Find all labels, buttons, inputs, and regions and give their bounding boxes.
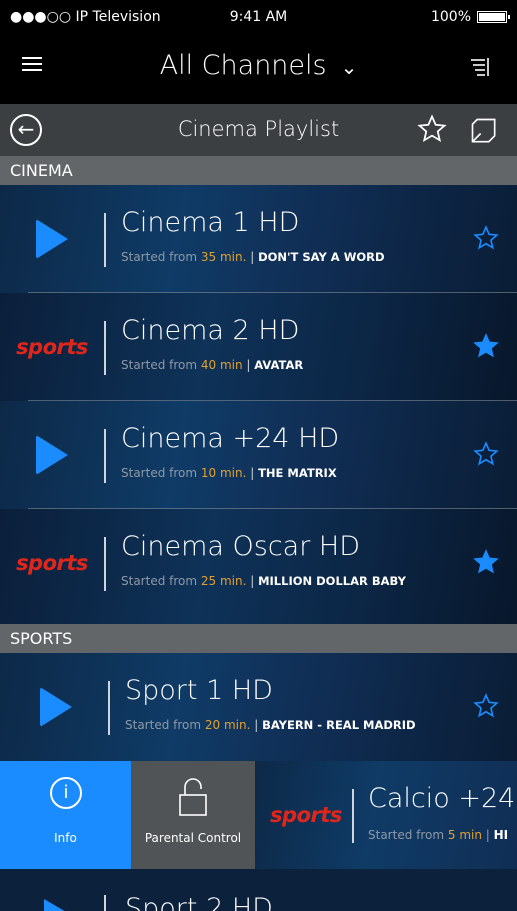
channel-row[interactable]: sports Cinema 2 HD Started from 40 min |… bbox=[0, 293, 517, 401]
channel-row[interactable]: Sport 1 HD Started from 20 min. | BAYERN… bbox=[0, 653, 517, 761]
parental-control-button[interactable]: Parental Control bbox=[131, 761, 255, 869]
cast-screen-icon[interactable] bbox=[469, 116, 497, 144]
star-filled-icon[interactable] bbox=[473, 549, 499, 575]
divider bbox=[104, 537, 106, 591]
chevron-down-icon: ⌄ bbox=[340, 55, 358, 79]
play-icon[interactable] bbox=[36, 219, 68, 259]
divider bbox=[352, 789, 354, 843]
play-icon[interactable] bbox=[44, 899, 68, 911]
divider bbox=[104, 213, 106, 267]
channel-meta: Started from 25 min. | MILLION DOLLAR BA… bbox=[121, 574, 407, 588]
playlist-header: ← Cinema Playlist bbox=[0, 104, 517, 156]
star-outline-icon[interactable] bbox=[473, 441, 499, 467]
channel-name: Calcio +24 bbox=[368, 783, 516, 814]
channel-row[interactable]: Cinema 1 HD Started from 35 min. | DON'T… bbox=[0, 185, 517, 293]
sports-logo: sports bbox=[16, 551, 88, 575]
channel-row[interactable]: Sport 2 HD bbox=[0, 869, 517, 911]
channel-meta: Started from 35 min. | DON'T SAY A WORD bbox=[121, 250, 385, 264]
parental-control-label: Parental Control bbox=[144, 831, 242, 845]
info-button[interactable]: i Info bbox=[0, 761, 131, 869]
star-filled-icon[interactable] bbox=[473, 333, 499, 359]
play-icon[interactable] bbox=[40, 687, 72, 727]
divider bbox=[108, 681, 110, 735]
swiped-channel-row: i Info Parental Control sports Calcio +2… bbox=[0, 761, 517, 869]
info-label: Info bbox=[54, 831, 77, 845]
star-outline-icon[interactable] bbox=[473, 693, 499, 719]
channel-name: Cinema 1 HD bbox=[121, 207, 300, 238]
unlocked-padlock-icon bbox=[179, 778, 207, 816]
battery-icon bbox=[477, 11, 510, 23]
channel-name: Cinema Oscar HD bbox=[121, 531, 360, 562]
divider bbox=[104, 429, 106, 483]
filter-list-icon[interactable] bbox=[469, 56, 491, 78]
info-icon: i bbox=[50, 777, 82, 809]
section-header-cinema: CINEMA bbox=[0, 156, 517, 185]
channel-row[interactable]: sports Cinema Oscar HD Started from 25 m… bbox=[0, 509, 517, 624]
channel-name: Cinema +24 HD bbox=[121, 423, 340, 454]
status-bar: ●●●○○ IP Television 9:41 AM 100% bbox=[0, 0, 517, 34]
channel-name: Sport 2 HD bbox=[125, 893, 273, 911]
channel-name: Cinema 2 HD bbox=[121, 315, 300, 346]
channel-meta: Started from 40 min | AVATAR bbox=[121, 358, 304, 372]
channel-meta: Started from 10 min. | THE MATRIX bbox=[121, 466, 337, 480]
divider bbox=[104, 321, 106, 375]
sports-logo: sports bbox=[16, 335, 88, 359]
channel-group-selector[interactable]: All Channels ⌄ bbox=[0, 50, 517, 81]
battery-percent: 100% bbox=[430, 9, 471, 25]
nav-bar: All Channels ⌄ bbox=[0, 34, 517, 104]
nav-title: All Channels bbox=[159, 50, 327, 81]
star-outline-icon[interactable] bbox=[473, 225, 499, 251]
battery-status: 100% bbox=[430, 9, 510, 25]
channel-row[interactable]: sports Calcio +24 Started from 5 min | H… bbox=[255, 761, 517, 869]
channel-row[interactable]: Cinema +24 HD Started from 10 min. | THE… bbox=[0, 401, 517, 509]
sports-logo: sports bbox=[270, 803, 342, 827]
star-outline-icon[interactable] bbox=[417, 114, 447, 144]
divider bbox=[104, 895, 106, 911]
play-icon[interactable] bbox=[36, 435, 68, 475]
section-header-sports: SPORTS bbox=[0, 624, 517, 653]
channel-name: Sport 1 HD bbox=[125, 675, 273, 706]
channel-meta: Started from 5 min | HI bbox=[368, 828, 509, 842]
channel-meta: Started from 20 min. | BAYERN - REAL MAD… bbox=[125, 718, 416, 732]
